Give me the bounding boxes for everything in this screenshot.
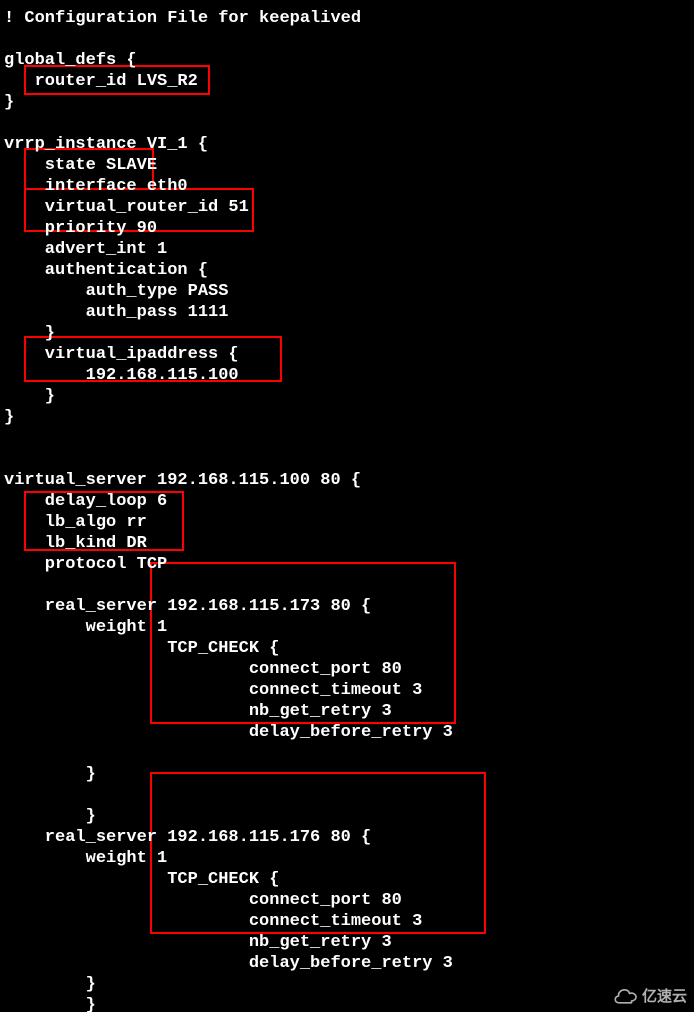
line: connect_port 80: [4, 891, 402, 910]
line: protocol TCP: [4, 555, 167, 574]
line: }: [4, 996, 96, 1012]
config-file-content: ! Configuration File for keepalived glob…: [0, 0, 694, 1012]
line: weight 1: [4, 618, 167, 637]
line: delay_before_retry 3: [4, 954, 453, 973]
line: connect_timeout 3: [4, 681, 422, 700]
line: virtual_ipaddress {: [4, 345, 239, 364]
line: router_id LVS_R2: [4, 72, 198, 91]
line: TCP_CHECK {: [4, 870, 279, 889]
line: lb_algo rr: [4, 513, 147, 532]
line: nb_get_retry 3: [4, 702, 392, 721]
line: ! Configuration File for keepalived: [4, 9, 361, 28]
line: }: [4, 807, 96, 826]
line: auth_type PASS: [4, 282, 228, 301]
line: delay_before_retry 3: [4, 723, 453, 742]
line: auth_pass 1111: [4, 303, 228, 322]
line: priority 90: [4, 219, 157, 238]
line: 192.168.115.100: [4, 366, 239, 385]
line: nb_get_retry 3: [4, 933, 392, 952]
line: real_server 192.168.115.176 80 {: [4, 828, 371, 847]
line: }: [4, 408, 14, 427]
line: connect_timeout 3: [4, 912, 422, 931]
line: virtual_router_id 51: [4, 198, 249, 217]
watermark-text: 亿速云: [642, 986, 687, 1007]
cloud-icon: [612, 989, 638, 1005]
line: TCP_CHECK {: [4, 639, 279, 658]
line: global_defs {: [4, 51, 137, 70]
line: vrrp_instance VI_1 {: [4, 135, 208, 154]
line: connect_port 80: [4, 660, 402, 679]
line: weight 1: [4, 849, 167, 868]
line: advert_int 1: [4, 240, 167, 259]
line: }: [4, 324, 55, 343]
line: real_server 192.168.115.173 80 {: [4, 597, 371, 616]
line: }: [4, 765, 96, 784]
watermark: 亿速云: [608, 984, 691, 1009]
line: state SLAVE: [4, 156, 157, 175]
line: authentication {: [4, 261, 208, 280]
line: }: [4, 975, 96, 994]
line: delay_loop 6: [4, 492, 167, 511]
line: interface eth0: [4, 177, 188, 196]
line: virtual_server 192.168.115.100 80 {: [4, 471, 361, 490]
line: }: [4, 93, 14, 112]
line: }: [4, 387, 55, 406]
line: lb_kind DR: [4, 534, 147, 553]
